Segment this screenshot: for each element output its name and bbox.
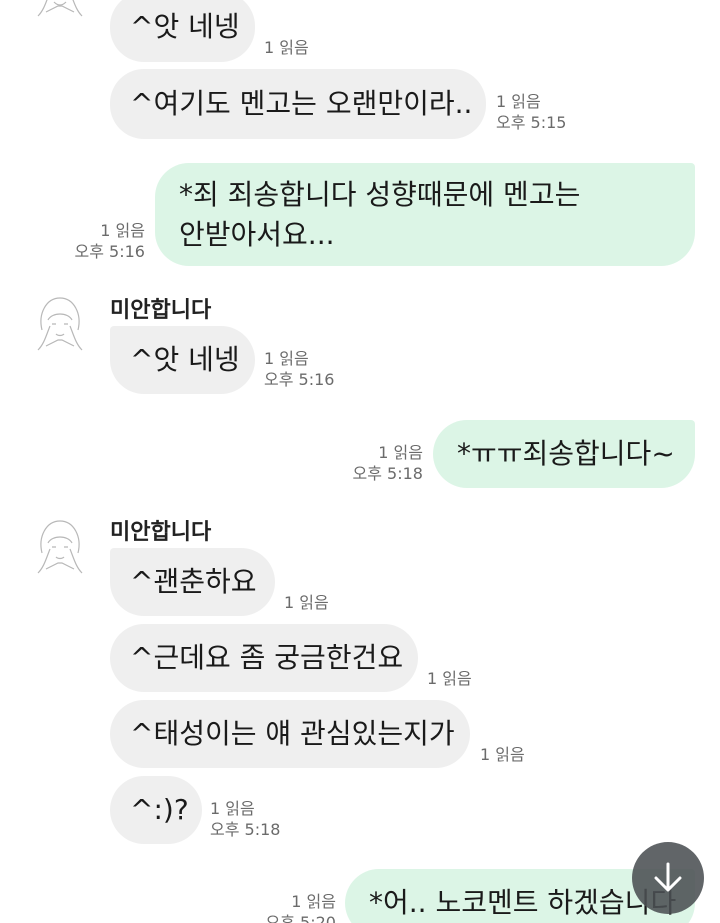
read-receipt: 1 읽음: [210, 799, 255, 818]
avatar[interactable]: [28, 0, 92, 20]
message-text: ^앗 네넹: [130, 343, 240, 376]
arrow-down-icon: [654, 862, 682, 892]
message-bubble[interactable]: *죄 죄송합니다 성향때문에 멘고는 안받아서요...: [155, 163, 695, 266]
message-text: ^태성이는 얘 관심있는지가: [130, 717, 455, 750]
message-text: ^여기도 멘고는 오랜만이라..: [130, 87, 473, 120]
message-meta: 1 읽음 오후 5:18: [210, 798, 280, 840]
chat-view[interactable]: ^앗 네넹 1 읽음 ^여기도 멘고는 오랜만이라.. 1 읽음 오후 5:15…: [0, 0, 720, 923]
message-meta: 1 읽음 오후 5:16: [60, 220, 145, 262]
timestamp: 오후 5:15: [496, 113, 567, 132]
message-meta: 1 읽음 오후 5:15: [496, 91, 566, 133]
sender-name: 미안합니다: [110, 520, 212, 545]
message-bubble[interactable]: ^여기도 멘고는 오랜만이라..: [110, 69, 486, 139]
scroll-to-bottom-button[interactable]: [632, 842, 704, 914]
message-meta: 1 읽음 오후 5:20: [250, 891, 336, 923]
read-receipt: 1 읽음: [378, 443, 423, 462]
read-receipt: 1 읽음: [427, 669, 472, 688]
timestamp: 오후 5:20: [265, 913, 336, 923]
message-text: *ㅠㅠ죄송합니다~: [457, 437, 675, 470]
message-bubble[interactable]: ^근데요 좀 궁금한건요: [110, 624, 418, 692]
message-bubble[interactable]: ^앗 네넹: [110, 0, 255, 62]
timestamp: 오후 5:18: [210, 820, 281, 839]
message-meta: 1 읽음: [427, 668, 472, 689]
message-bubble[interactable]: ^앗 네넹: [110, 326, 255, 394]
read-receipt: 1 읽음: [284, 593, 329, 612]
message-meta: 1 읽음 오후 5:16: [264, 348, 334, 390]
sender-name: 미안합니다: [110, 298, 212, 323]
message-text: ^괜춘하요: [130, 565, 257, 598]
avatar-sketch-icon: [37, 0, 83, 17]
read-receipt: 1 읽음: [264, 349, 309, 368]
read-receipt: 1 읽음: [480, 745, 525, 764]
message-bubble[interactable]: ^태성이는 얘 관심있는지가: [110, 700, 470, 768]
read-receipt: 1 읽음: [100, 221, 145, 240]
message-text: ^:)?: [130, 793, 189, 826]
message-text: *어.. 노코멘트 하겠습니다: [369, 886, 677, 919]
avatar[interactable]: [28, 290, 92, 354]
message-bubble[interactable]: ^:)?: [110, 776, 202, 844]
message-text: ^앗 네넹: [130, 10, 240, 43]
avatar[interactable]: [28, 513, 92, 577]
avatar-sketch-icon: [37, 520, 83, 574]
message-text-line: 안받아서요...: [179, 218, 335, 251]
message-meta: 1 읽음: [264, 37, 309, 58]
read-receipt: 1 읽음: [496, 92, 541, 111]
message-text: ^근데요 좀 궁금한건요: [130, 641, 404, 674]
timestamp: 오후 5:16: [74, 242, 145, 261]
timestamp: 오후 5:16: [264, 370, 335, 389]
avatar-sketch-icon: [37, 297, 83, 351]
message-bubble[interactable]: ^괜춘하요: [110, 548, 275, 616]
message-bubble[interactable]: *ㅠㅠ죄송합니다~: [433, 420, 695, 488]
timestamp: 오후 5:18: [352, 464, 423, 483]
message-meta: 1 읽음: [480, 744, 525, 765]
read-receipt: 1 읽음: [291, 892, 336, 911]
message-meta: 1 읽음 오후 5:18: [338, 442, 423, 484]
message-meta: 1 읽음: [284, 592, 329, 613]
read-receipt: 1 읽음: [264, 38, 309, 57]
message-text-line: *죄 죄송합니다 성향때문에 멘고는: [179, 178, 581, 211]
